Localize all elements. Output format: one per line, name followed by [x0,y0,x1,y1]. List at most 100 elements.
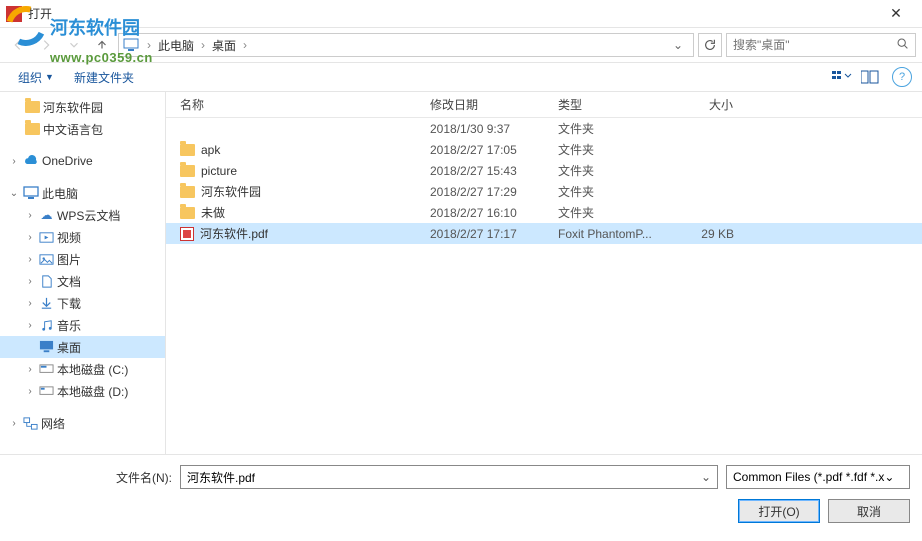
column-header-type[interactable]: 类型 [548,96,664,113]
preview-pane-button[interactable] [858,66,882,88]
organize-button[interactable]: 组织▼ [10,66,62,89]
folder-icon [180,207,195,219]
cloud-icon [23,153,39,169]
tree-item-downloads[interactable]: ›下载 [0,292,165,314]
tree-item-pictures[interactable]: ›图片 [0,248,165,270]
file-date: 2018/2/27 17:17 [420,227,548,241]
cloud-doc-icon: ☁ [39,209,54,222]
sidebar-tree: 河东软件园 中文语言包 ›OneDrive ⌄此电脑 ›☁WPS云文档 ›视频 … [0,92,166,454]
folder-icon [25,101,40,113]
breadcrumb-item[interactable]: 桌面 [209,37,239,54]
refresh-button[interactable] [698,33,722,57]
file-row[interactable]: 河东软件园 2018/2/27 17:29文件夹 [166,181,922,202]
column-header-size[interactable]: 大小 [664,96,744,113]
folder-icon [180,165,195,177]
column-header-date[interactable]: 修改日期 [420,96,548,113]
filename-label: 文件名(N): [12,469,172,486]
nav-back-button[interactable] [6,33,30,57]
documents-icon [39,275,54,288]
app-icon [6,6,22,22]
chevron-down-icon: ⌄ [8,188,20,199]
file-type: 文件夹 [548,120,664,137]
folder-icon [25,123,40,135]
tree-item-music[interactable]: ›音乐 [0,314,165,336]
navbar: › 此电脑 › 桌面 › ⌄ [0,28,922,62]
chevron-down-icon[interactable]: ⌄ [884,470,894,484]
file-size: 29 KB [664,227,744,241]
cancel-button[interactable]: 取消 [828,499,910,523]
titlebar: 打开 ✕ [0,0,922,28]
file-row[interactable]: picture 2018/2/27 15:43文件夹 [166,160,922,181]
tree-item-onedrive[interactable]: ›OneDrive [0,150,165,172]
window-title: 打开 [28,5,876,22]
chevron-down-icon[interactable]: ⌄ [695,470,711,484]
search-icon[interactable] [896,37,909,53]
file-type-filter[interactable]: Common Files (*.pdf *.fdf *.x ⌄ [726,465,910,489]
folder-icon [180,186,195,198]
breadcrumb[interactable]: › 此电脑 › 桌面 › ⌄ [118,33,694,57]
tree-item-desktop[interactable]: 桌面 [0,336,165,358]
view-options-button[interactable] [830,66,854,88]
chevron-right-icon: › [24,386,36,397]
network-icon [23,417,38,430]
filename-value[interactable]: 河东软件.pdf [187,469,695,486]
tree-item-folder[interactable]: 河东软件园 [0,96,165,118]
file-date: 2018/2/27 17:05 [420,143,548,157]
new-folder-button[interactable]: 新建文件夹 [66,66,142,89]
file-date: 2018/1/30 9:37 [420,122,548,136]
tree-item-drive-d[interactable]: ›本地磁盘 (D:) [0,380,165,402]
breadcrumb-dropdown[interactable]: ⌄ [667,38,689,52]
chevron-right-icon: › [24,364,36,375]
chevron-right-icon: › [197,38,209,52]
search-input[interactable] [733,38,896,52]
desktop-icon [39,341,54,354]
close-button[interactable]: ✕ [876,5,916,22]
file-list: 名称 修改日期 类型 大小 2018/1/30 9:37文件夹apk2018/2… [166,92,922,454]
tree-item-videos[interactable]: ›视频 [0,226,165,248]
chevron-right-icon: › [239,38,251,52]
search-box[interactable] [726,33,916,57]
file-name: 河东软件园 [201,183,261,200]
tree-item-thispc[interactable]: ⌄此电脑 [0,182,165,204]
chevron-right-icon: › [24,276,36,287]
filename-combobox[interactable]: 河东软件.pdf ⌄ [180,465,718,489]
monitor-icon [23,185,39,201]
chevron-right-icon: › [24,298,36,309]
tree-item-wps[interactable]: ›☁WPS云文档 [0,204,165,226]
file-type: 文件夹 [548,204,664,221]
breadcrumb-item[interactable]: 此电脑 [155,37,197,54]
chevron-right-icon: › [24,232,36,243]
chevron-right-icon: › [8,418,20,429]
file-name: 未做 [201,204,225,221]
open-button[interactable]: 打开(O) [738,499,820,523]
tree-item-drive-c[interactable]: ›本地磁盘 (C:) [0,358,165,380]
file-row[interactable]: 河东软件.pdf2018/2/27 17:17Foxit PhantomP...… [166,223,922,244]
pictures-icon [39,253,54,266]
file-date: 2018/2/27 17:29 [420,185,548,199]
chevron-right-icon: › [24,210,36,221]
file-date: 2018/2/27 15:43 [420,164,548,178]
downloads-icon [39,297,54,310]
file-row[interactable]: 未做 2018/2/27 16:10文件夹 [166,202,922,223]
nav-up-button[interactable] [90,33,114,57]
nav-forward-button[interactable] [34,33,58,57]
file-type: 文件夹 [548,183,664,200]
file-type: 文件夹 [548,162,664,179]
music-icon [39,319,54,332]
file-name: picture [201,164,237,178]
file-row[interactable]: 2018/1/30 9:37文件夹 [166,118,922,139]
monitor-icon [123,38,139,52]
tree-item-network[interactable]: ›网络 [0,412,165,434]
chevron-right-icon: › [8,156,20,167]
drive-icon [39,385,54,398]
file-row[interactable]: apk2018/2/27 17:05文件夹 [166,139,922,160]
file-type: Foxit PhantomP... [548,227,664,241]
nav-recent-button[interactable] [62,33,86,57]
tree-item-documents[interactable]: ›文档 [0,270,165,292]
file-list-header: 名称 修改日期 类型 大小 [166,92,922,118]
file-date: 2018/2/27 16:10 [420,206,548,220]
toolbar: 组织▼ 新建文件夹 ? [0,62,922,92]
help-button[interactable]: ? [892,67,912,87]
tree-item-folder[interactable]: 中文语言包 [0,118,165,140]
column-header-name[interactable]: 名称 [166,96,420,113]
